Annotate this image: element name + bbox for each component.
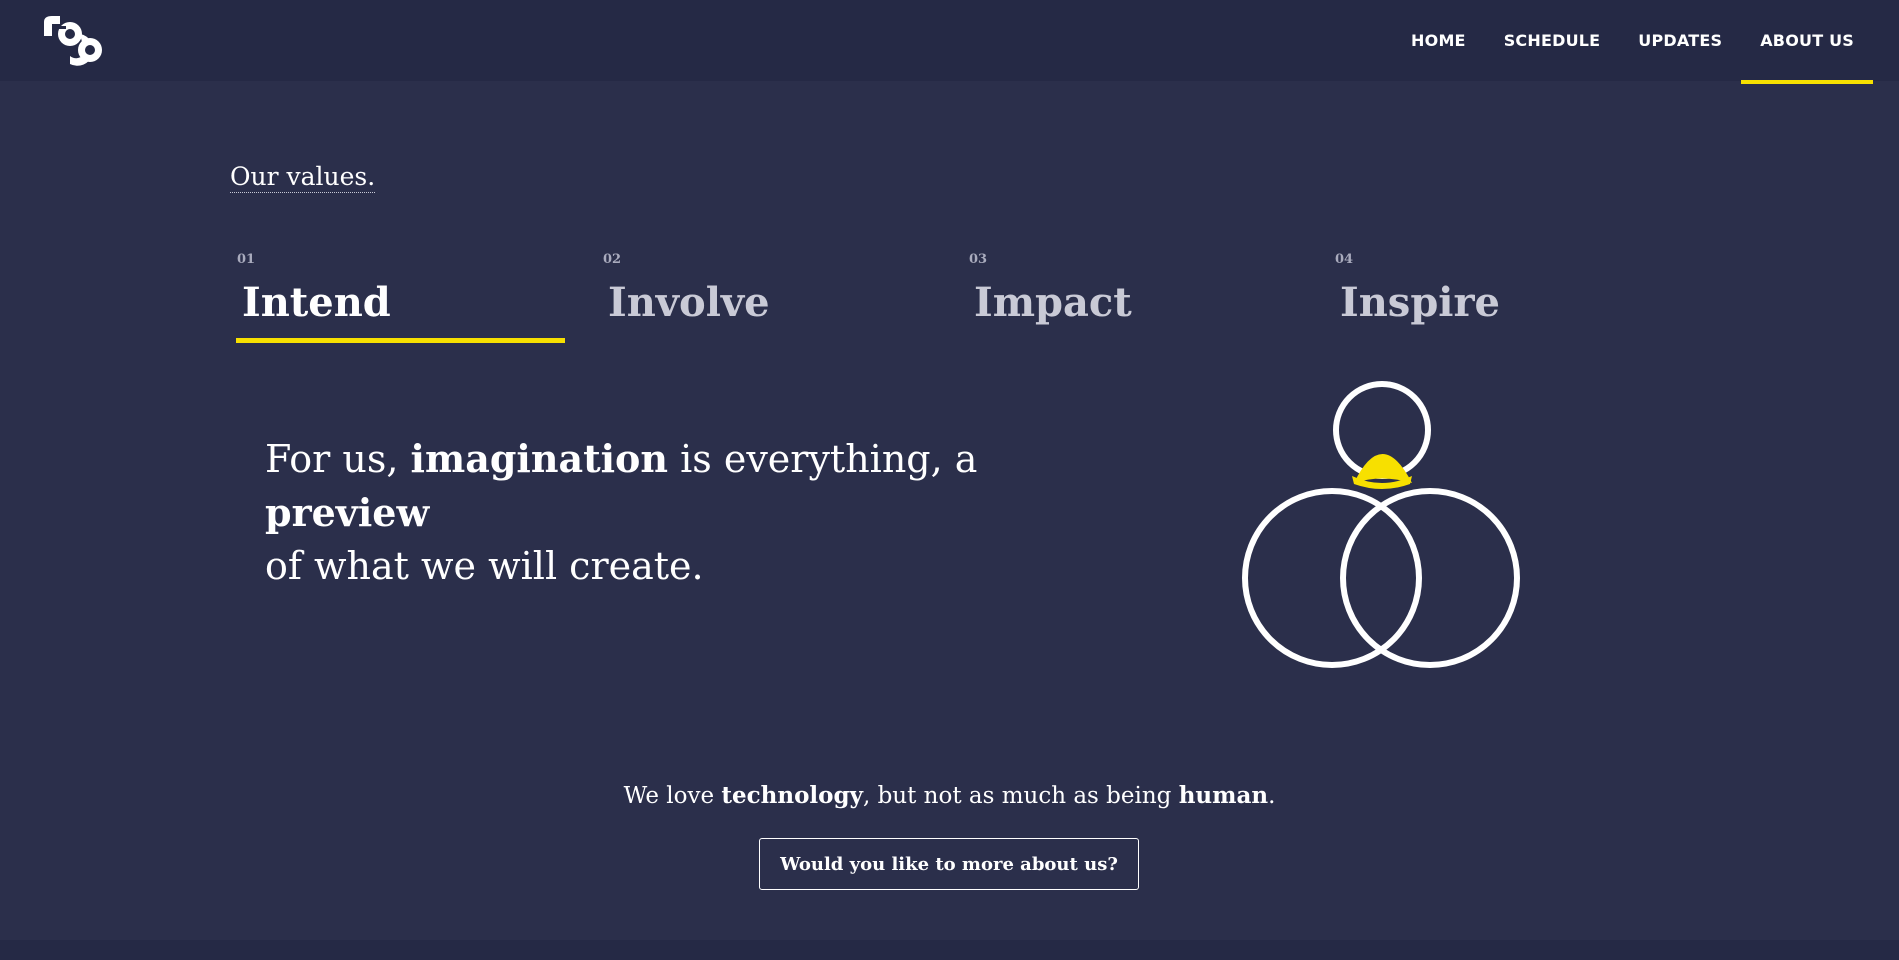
tab-number: 01	[237, 252, 256, 267]
tagline-text: , but not as much as being	[862, 783, 1179, 809]
values-section-title[interactable]: Our values.	[230, 162, 376, 193]
tab-number: 03	[969, 252, 988, 267]
learn-more-button-label: Would you like to more about us?	[780, 853, 1118, 875]
tab-label: Intend	[242, 279, 391, 326]
tab-intend[interactable]: 01 Intend	[236, 250, 566, 344]
footer-band	[0, 940, 1899, 960]
mg-logo-icon[interactable]	[40, 12, 110, 72]
tab-involve[interactable]: 02 Involve	[602, 250, 932, 344]
nav-about-us[interactable]: ABOUT US	[1741, 0, 1873, 84]
nav-updates[interactable]: UPDATES	[1619, 0, 1741, 84]
statement-text: For us,	[265, 437, 411, 481]
tagline-text: We love	[623, 783, 722, 809]
nav-home-label: HOME	[1411, 31, 1466, 50]
intend-circles-icon	[1242, 381, 1520, 668]
tab-number: 04	[1335, 252, 1354, 267]
statement-text: is everything, a	[668, 437, 978, 481]
tagline-text: .	[1268, 783, 1276, 809]
nav-about-us-label: ABOUT US	[1760, 31, 1854, 50]
tab-label: Inspire	[1340, 279, 1500, 326]
statement-emphasis: preview	[265, 490, 430, 535]
statement-emphasis: imagination	[410, 436, 669, 481]
tab-impact[interactable]: 03 Impact	[968, 250, 1298, 344]
tab-label: Involve	[608, 279, 770, 326]
tagline-emphasis: human	[1178, 782, 1269, 809]
tagline: We love technology, but not as much as b…	[0, 782, 1899, 809]
nav-home[interactable]: HOME	[1392, 0, 1485, 84]
statement-text: of what we will create.	[265, 544, 704, 588]
tagline-emphasis: technology	[721, 782, 863, 809]
nav-schedule-label: SCHEDULE	[1503, 31, 1601, 50]
nav-updates-label: UPDATES	[1638, 31, 1723, 50]
tab-number: 02	[603, 252, 622, 267]
tab-label: Impact	[974, 279, 1132, 326]
tab-inspire[interactable]: 04 Inspire	[1334, 250, 1664, 344]
values-tabs: 01 Intend 02 Involve 03 Impact 04 Inspir…	[236, 250, 1696, 350]
top-navigation-bar: HOME SCHEDULE UPDATES ABOUT US	[0, 0, 1899, 84]
nav-schedule[interactable]: SCHEDULE	[1485, 0, 1620, 84]
learn-more-button[interactable]: Would you like to more about us?	[759, 838, 1139, 890]
value-statement: For us, imagination is everything, a pre…	[265, 432, 1125, 593]
